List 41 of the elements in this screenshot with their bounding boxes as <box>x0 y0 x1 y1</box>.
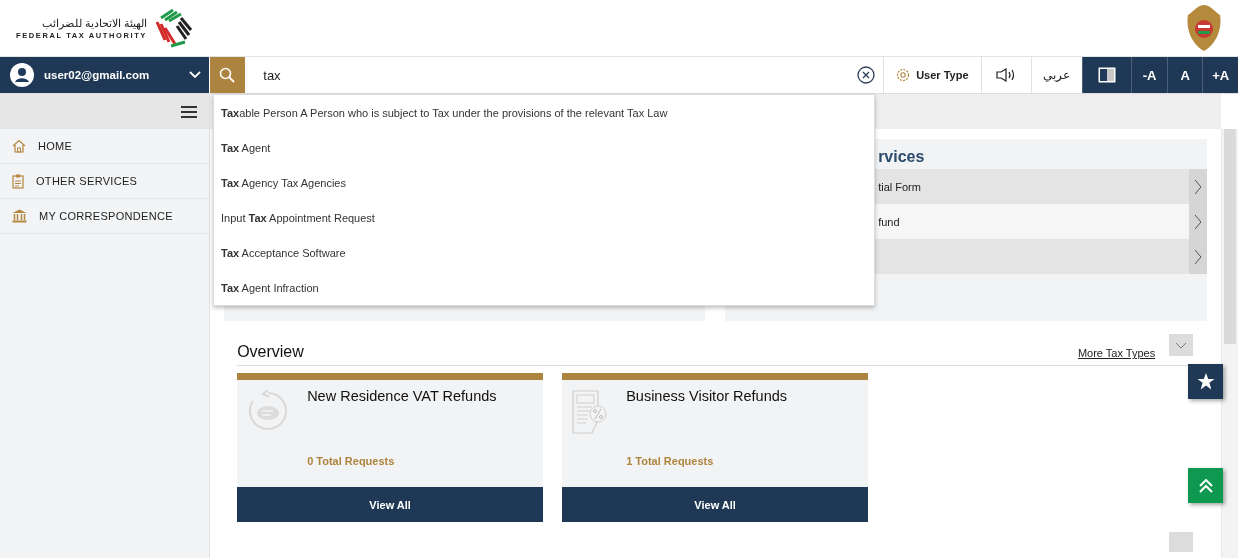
clipboard-icon <box>12 173 24 189</box>
menu-icon[interactable] <box>181 105 198 118</box>
suggestion-item[interactable]: Tax Agent <box>214 130 874 165</box>
chevron-down-icon <box>1175 341 1188 349</box>
card-title: Business Visitor Refunds <box>626 388 788 404</box>
suggestion-item[interactable]: Tax Agent Infraction <box>214 270 874 305</box>
sidebar-item[interactable]: OTHER SERVICES <box>0 164 210 199</box>
view-all-button[interactable]: View All <box>562 487 869 522</box>
font-size-button[interactable]: A <box>1166 57 1203 93</box>
font-size-button[interactable]: +A <box>1202 57 1238 93</box>
sidebar-item[interactable]: HOME <box>0 129 210 164</box>
request-count: 1 Total Requests <box>626 455 715 467</box>
card-title: rvices <box>877 147 926 167</box>
more-tax-types-link[interactable]: More Tax Types <box>1077 347 1156 363</box>
double-chevron-up-icon <box>1198 478 1213 493</box>
speaker-icon <box>996 68 1017 82</box>
chevron-right-icon <box>1189 169 1208 204</box>
search-button[interactable] <box>209 57 246 93</box>
star-icon <box>1196 373 1215 390</box>
clear-icon[interactable] <box>856 66 875 84</box>
favorites-button[interactable] <box>1188 364 1223 399</box>
card-title: New Residence VAT Refunds <box>307 388 497 404</box>
scroll-top-button[interactable] <box>1188 468 1223 503</box>
gear-icon <box>896 68 911 82</box>
request-count: 0 Total Requests <box>307 455 396 467</box>
bank-icon <box>12 209 27 223</box>
user-menu[interactable]: user02@gmail.com <box>0 57 209 93</box>
section-title: Overview <box>237 343 305 362</box>
avatar-icon <box>10 63 34 87</box>
search-icon <box>219 67 236 83</box>
contrast-icon <box>1098 67 1116 83</box>
document-percent-icon <box>572 390 609 434</box>
chevron-down-icon <box>188 71 201 79</box>
contrast-button[interactable] <box>1081 57 1132 93</box>
chevron-right-icon <box>1189 239 1208 274</box>
house-icon <box>12 139 26 153</box>
refund-icon <box>247 390 290 432</box>
font-size-button[interactable]: -A <box>1131 57 1167 93</box>
logo-arabic-text: الهيئة الاتحادية للضرائب <box>41 16 147 29</box>
view-all-button[interactable]: View All <box>237 487 544 522</box>
sidebar-item[interactable]: MY CORRESPONDENCE <box>0 199 210 234</box>
